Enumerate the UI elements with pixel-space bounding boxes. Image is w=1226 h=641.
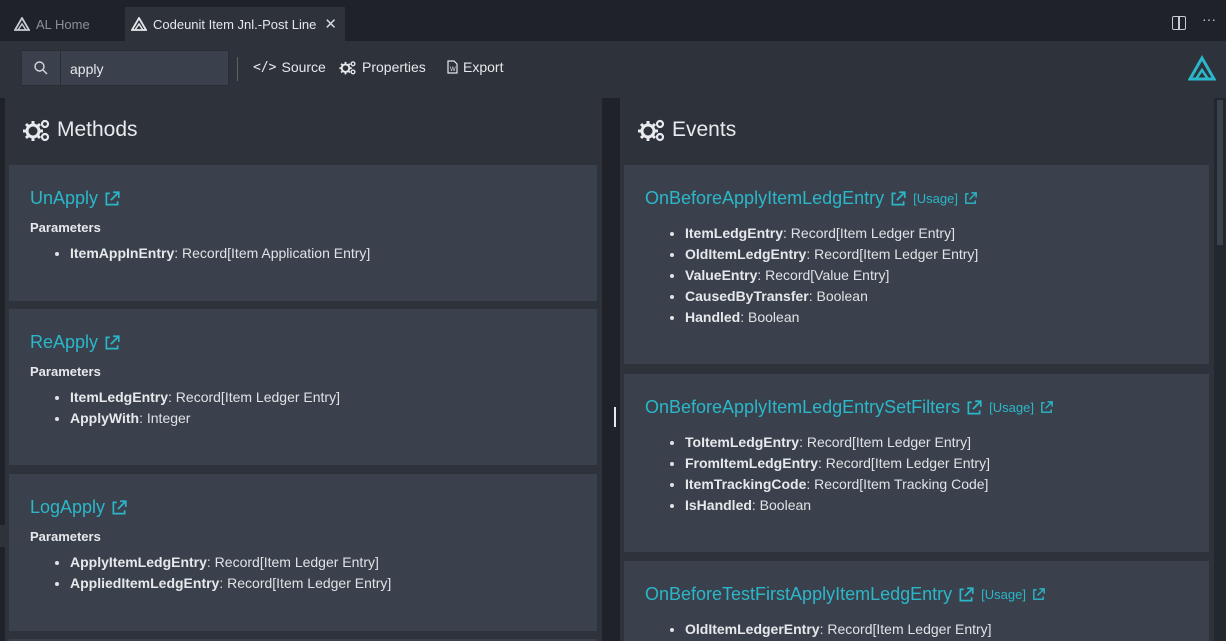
parameter-item: ApplyItemLedgEntry: Record[Item Ledger E… [70, 552, 391, 573]
export-label: Export [463, 59, 504, 75]
event-name-link[interactable]: OnBeforeApplyItemLedgEntrySetFilters [645, 397, 960, 418]
event-name-link[interactable]: OnBeforeTestFirstApplyItemLedgEntry [645, 584, 952, 605]
code-icon: </> [253, 59, 277, 75]
source-label: Source [281, 59, 326, 75]
window-actions: ··· [1172, 11, 1216, 30]
event-card: OnBeforeApplyItemLedgEntry [Usage] ItemL… [624, 165, 1209, 364]
al-logo-icon [131, 17, 147, 31]
panel-splitter[interactable] [602, 98, 620, 641]
method-name-link[interactable]: ReApply [30, 332, 98, 353]
more-actions-icon[interactable]: ··· [1202, 11, 1216, 30]
parameter-list: OldItemLedgerEntry: Record[Item Ledger E… [663, 619, 992, 640]
search-input[interactable] [68, 57, 222, 81]
methods-heading: Methods [23, 118, 138, 142]
method-name-link[interactable]: LogApply [30, 497, 105, 518]
external-link-icon [1031, 587, 1046, 602]
parameter-item: ItemTrackingCode: Record[Item Tracking C… [685, 474, 990, 495]
parameter-list: ApplyItemLedgEntry: Record[Item Ledger E… [48, 552, 391, 594]
al-logo-icon [14, 17, 30, 31]
parameter-item: ValueEntry: Record[Value Entry] [685, 265, 978, 286]
parameters-label: Parameters [30, 220, 101, 235]
usage-link[interactable]: [Usage] [989, 400, 1054, 415]
properties-label: Properties [362, 59, 426, 75]
method-title: UnApply [30, 188, 121, 209]
search-button[interactable] [22, 51, 61, 85]
method-card-unapply: UnApply Parameters ItemAppInEntry: Recor… [9, 165, 597, 301]
split-editor-icon[interactable] [1172, 16, 1186, 30]
search-icon [34, 61, 48, 75]
external-link-icon[interactable] [110, 499, 128, 517]
external-link-icon[interactable] [957, 586, 975, 604]
parameter-item: CausedByTransfer: Boolean [685, 286, 978, 307]
events-heading: Events [638, 118, 736, 142]
tab-label: Codeunit Item Jnl.-Post Line [153, 16, 317, 32]
file-icon: W [447, 60, 458, 74]
method-card-logapply: LogApply Parameters ApplyItemLedgEntry: … [9, 474, 597, 631]
toolbar-divider [237, 57, 238, 81]
tab-bar: AL Home Codeunit Item Jnl.-Post Line ✕ ·… [0, 0, 1226, 41]
tab-codeunit[interactable]: Codeunit Item Jnl.-Post Line ✕ [125, 7, 345, 41]
properties-button[interactable]: Properties [339, 59, 426, 75]
tab-al-home[interactable]: AL Home [8, 7, 120, 41]
event-title: OnBeforeApplyItemLedgEntry [Usage] [645, 188, 978, 209]
export-button[interactable]: W Export [447, 59, 503, 75]
event-name-link[interactable]: OnBeforeApplyItemLedgEntry [645, 188, 884, 209]
parameter-item: ItemAppInEntry: Record[Item Application … [70, 243, 370, 264]
parameter-list: ItemLedgEntry: Record[Item Ledger Entry]… [48, 387, 340, 429]
parameter-item: ToItemLedgEntry: Record[Item Ledger Entr… [685, 432, 990, 453]
parameter-item: FromItemLedgEntry: Record[Item Ledger En… [685, 453, 990, 474]
external-link-icon[interactable] [103, 334, 121, 352]
parameter-item: ItemLedgEntry: Record[Item Ledger Entry] [685, 223, 978, 244]
parameters-label: Parameters [30, 529, 101, 544]
parameter-item: IsHandled: Boolean [685, 495, 990, 516]
svg-text:W: W [450, 67, 456, 73]
parameters-label: Parameters [30, 364, 101, 379]
scrollbar-thumb[interactable] [1217, 100, 1223, 245]
toolbar: </> Source Properties W Export [0, 41, 1226, 99]
source-button[interactable]: </> Source [253, 59, 326, 75]
search-box [21, 50, 229, 86]
external-link-icon[interactable] [889, 190, 907, 208]
methods-title: Methods [57, 118, 138, 141]
close-icon[interactable]: ✕ [324, 15, 337, 33]
events-panel: Events OnBeforeApplyItemLedgEntry [Usage… [620, 98, 1214, 641]
parameter-item: OldItemLedgerEntry: Record[Item Ledger E… [685, 619, 992, 640]
gears-icon [23, 118, 51, 142]
text-cursor [614, 407, 616, 427]
external-link-icon[interactable] [103, 190, 121, 208]
event-card: OnBeforeApplyItemLedgEntrySetFilters [Us… [624, 374, 1209, 552]
parameter-list: ItemLedgEntry: Record[Item Ledger Entry]… [663, 223, 978, 328]
method-title: LogApply [30, 497, 128, 518]
method-name-link[interactable]: UnApply [30, 188, 98, 209]
event-title: OnBeforeApplyItemLedgEntrySetFilters [Us… [645, 397, 1054, 418]
al-logo-icon [1188, 55, 1216, 81]
usage-link[interactable]: [Usage] [913, 191, 978, 206]
parameter-list: ItemAppInEntry: Record[Item Application … [48, 243, 370, 264]
external-link-icon [1039, 400, 1054, 415]
events-title: Events [672, 118, 737, 141]
gears-icon [339, 60, 357, 75]
tab-label: AL Home [36, 16, 90, 32]
parameter-item: ApplyWith: Integer [70, 408, 340, 429]
parameter-list: ToItemLedgEntry: Record[Item Ledger Entr… [663, 432, 990, 516]
usage-link[interactable]: [Usage] [981, 587, 1046, 602]
method-title: ReApply [30, 332, 121, 353]
event-card: OnBeforeTestFirstApplyItemLedgEntry [Usa… [624, 561, 1209, 641]
methods-panel: Methods UnApply Parameters ItemAppInEntr… [5, 98, 602, 641]
event-title: OnBeforeTestFirstApplyItemLedgEntry [Usa… [645, 584, 1046, 605]
parameter-item: ItemLedgEntry: Record[Item Ledger Entry] [70, 387, 340, 408]
parameter-item: OldItemLedgEntry: Record[Item Ledger Ent… [685, 244, 978, 265]
gears-icon [638, 118, 666, 142]
parameter-item: AppliedItemLedgEntry: Record[Item Ledger… [70, 573, 391, 594]
method-card-reapply: ReApply Parameters ItemLedgEntry: Record… [9, 309, 597, 465]
external-link-icon[interactable] [965, 399, 983, 417]
external-link-icon [963, 191, 978, 206]
parameter-item: Handled: Boolean [685, 307, 978, 328]
